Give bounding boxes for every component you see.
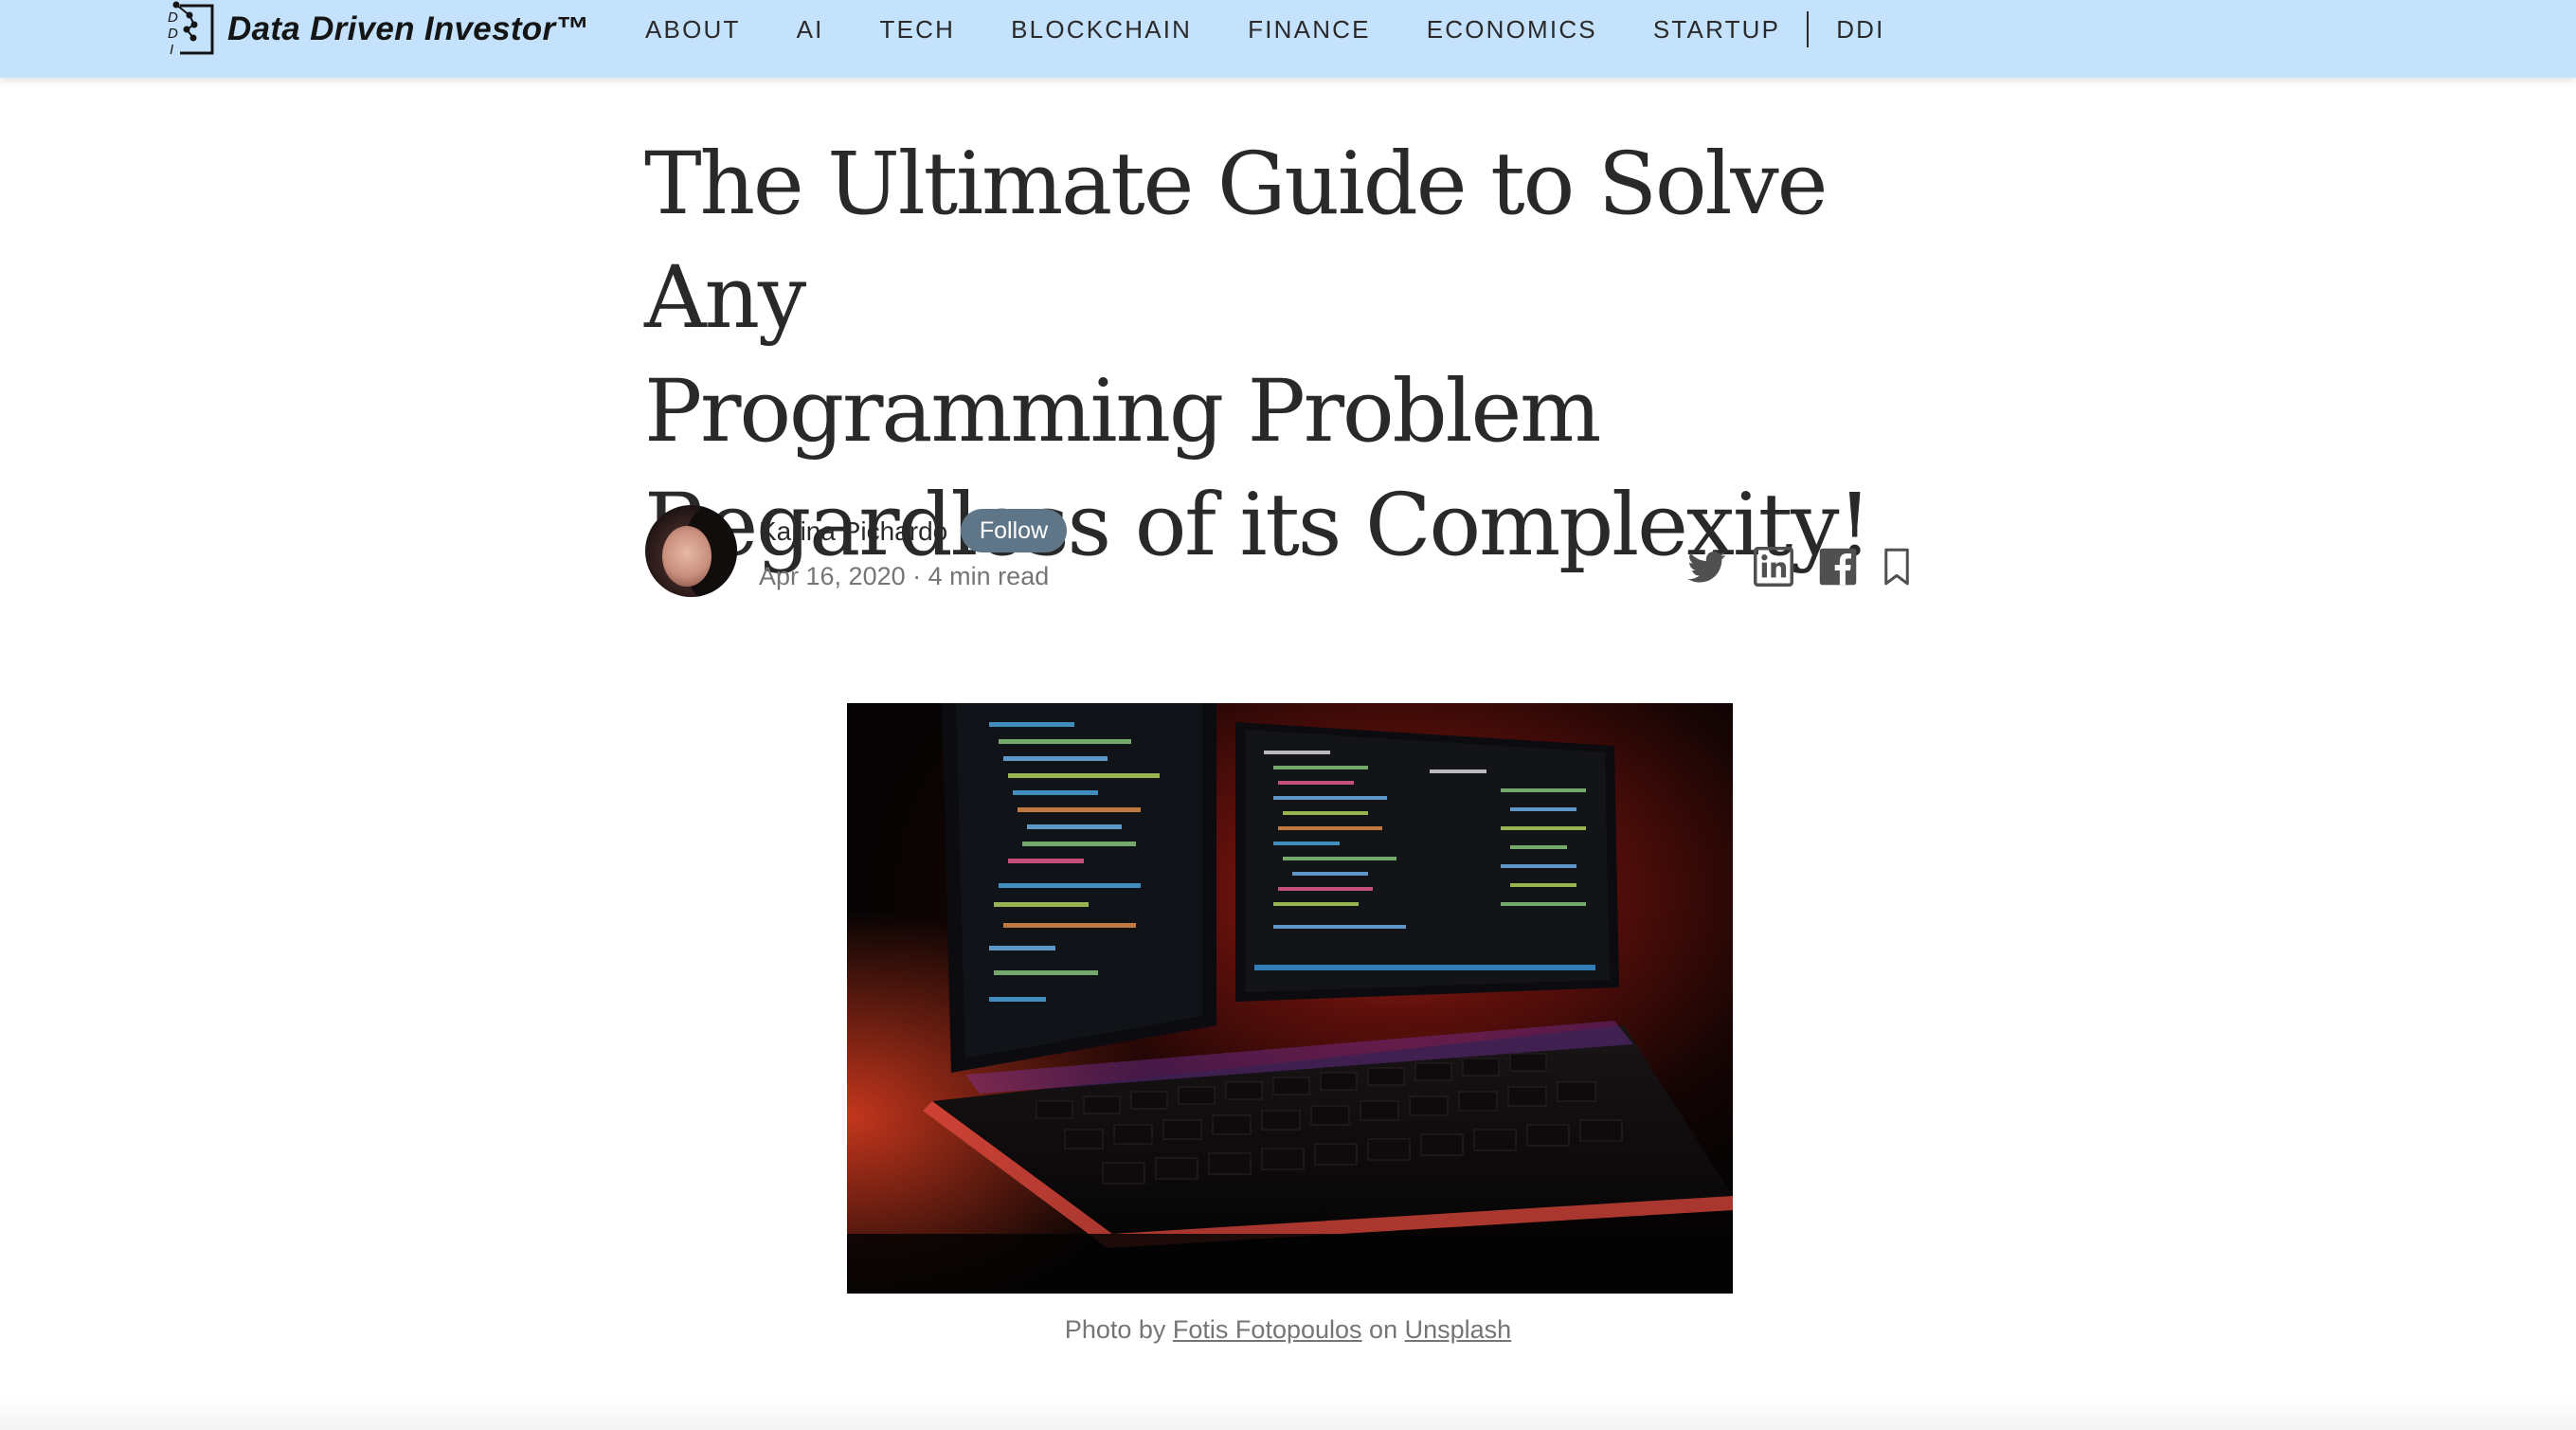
post-meta: Apr 16, 2020 · 4 min read — [759, 562, 1049, 591]
nav-item-tech[interactable]: TECH — [880, 15, 956, 45]
nav-item-economics[interactable]: ECONOMICS — [1427, 15, 1597, 45]
title-line-2: Programming Problem — [644, 362, 1601, 462]
ddi-logo-icon: D D I — [165, 1, 214, 58]
site-logo[interactable]: D D I Data Driven Investor™ — [165, 0, 589, 59]
avatar-face — [662, 526, 712, 587]
author-name[interactable]: Karina Pichardo — [759, 516, 947, 547]
facebook-icon[interactable] — [1818, 547, 1858, 587]
logo-text: Data Driven Investor™ — [227, 10, 589, 47]
nav-item-ai[interactable]: AI — [797, 15, 824, 45]
nav-item-startup[interactable]: STARTUP — [1653, 15, 1780, 45]
nav-item-finance[interactable]: FINANCE — [1248, 15, 1371, 45]
logo-letter-d2: D — [168, 26, 178, 42]
programming-setup-illustration — [847, 703, 1733, 1294]
photographer-link[interactable]: Fotis Fotopoulos — [1173, 1315, 1362, 1344]
follow-button[interactable]: Follow — [961, 509, 1067, 552]
nav-item-ddi[interactable]: DDI — [1836, 15, 1884, 45]
author-avatar[interactable] — [645, 505, 737, 597]
nav-divider — [1807, 11, 1810, 47]
share-bar — [1661, 545, 1911, 588]
title-line-1: The Ultimate Guide to Solve Any — [644, 135, 1828, 348]
meta-separator: · — [912, 562, 922, 590]
image-caption: Photo by Fotis Fotopoulos on Unsplash — [0, 1315, 2576, 1345]
article-hero-image — [847, 703, 1733, 1294]
unsplash-link[interactable]: Unsplash — [1405, 1315, 1512, 1344]
logo-letter-d1: D — [168, 9, 178, 26]
page-bottom-divider — [0, 1398, 2576, 1430]
nav-item-about[interactable]: ABOUT — [645, 15, 741, 45]
author-byline: Karina Pichardo Follow Apr 16, 2020 · 4 … — [645, 505, 1911, 600]
post-date: Apr 16, 2020 — [759, 562, 906, 590]
nav-item-blockchain[interactable]: BLOCKCHAIN — [1011, 15, 1192, 45]
caption-prefix: Photo by — [1064, 1315, 1166, 1344]
bookmark-icon[interactable] — [1882, 547, 1911, 587]
twitter-icon[interactable] — [1685, 548, 1729, 586]
linkedin-icon[interactable] — [1754, 547, 1793, 587]
caption-mid: on — [1369, 1315, 1398, 1344]
logo-letter-i: I — [170, 42, 173, 58]
main-nav: ABOUT AI TECH BLOCKCHAIN FINANCE ECONOMI… — [645, 0, 1941, 59]
read-time: 4 min read — [928, 562, 1050, 590]
site-header: D D I Data Driven Investor™ ABOUT AI TEC… — [0, 0, 2576, 78]
